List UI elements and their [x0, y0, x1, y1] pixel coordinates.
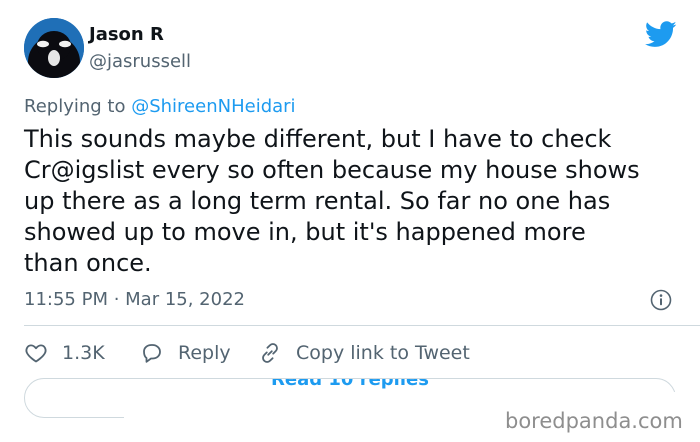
copy-link-label: Copy link to Tweet [296, 342, 470, 364]
tweet-text: This sounds maybe different, but I have … [24, 125, 640, 277]
divider [24, 325, 700, 326]
speech-bubble-icon [143, 344, 161, 363]
link-icon [262, 343, 278, 363]
avatar[interactable] [24, 18, 84, 78]
copy-link-button[interactable]: Copy link to Tweet [258, 341, 470, 365]
like-button[interactable]: 1.3K [24, 341, 105, 365]
reply-label: Reply [178, 342, 231, 364]
twitter-bird-icon[interactable] [645, 21, 677, 48]
avatar-image [24, 18, 84, 78]
read-more-label: Read 10 replies [271, 378, 429, 390]
author-name[interactable]: Jason R [89, 24, 164, 46]
author-handle[interactable]: @jasrussell [89, 51, 191, 73]
watermark: boredpanda.com [505, 409, 683, 433]
tweet-timestamp[interactable]: 11:55 PM · Mar 15, 2022 [24, 289, 245, 311]
heart-icon [25, 344, 47, 363]
reply-button[interactable]: Reply [140, 341, 231, 365]
replying-prefix: Replying to [24, 96, 126, 117]
like-count: 1.3K [62, 342, 105, 364]
info-icon[interactable] [650, 289, 672, 311]
replying-to-mention[interactable]: @ShireenNHeidari [131, 96, 295, 117]
replying-to-line: Replying to @ShireenNHeidari [24, 96, 296, 118]
